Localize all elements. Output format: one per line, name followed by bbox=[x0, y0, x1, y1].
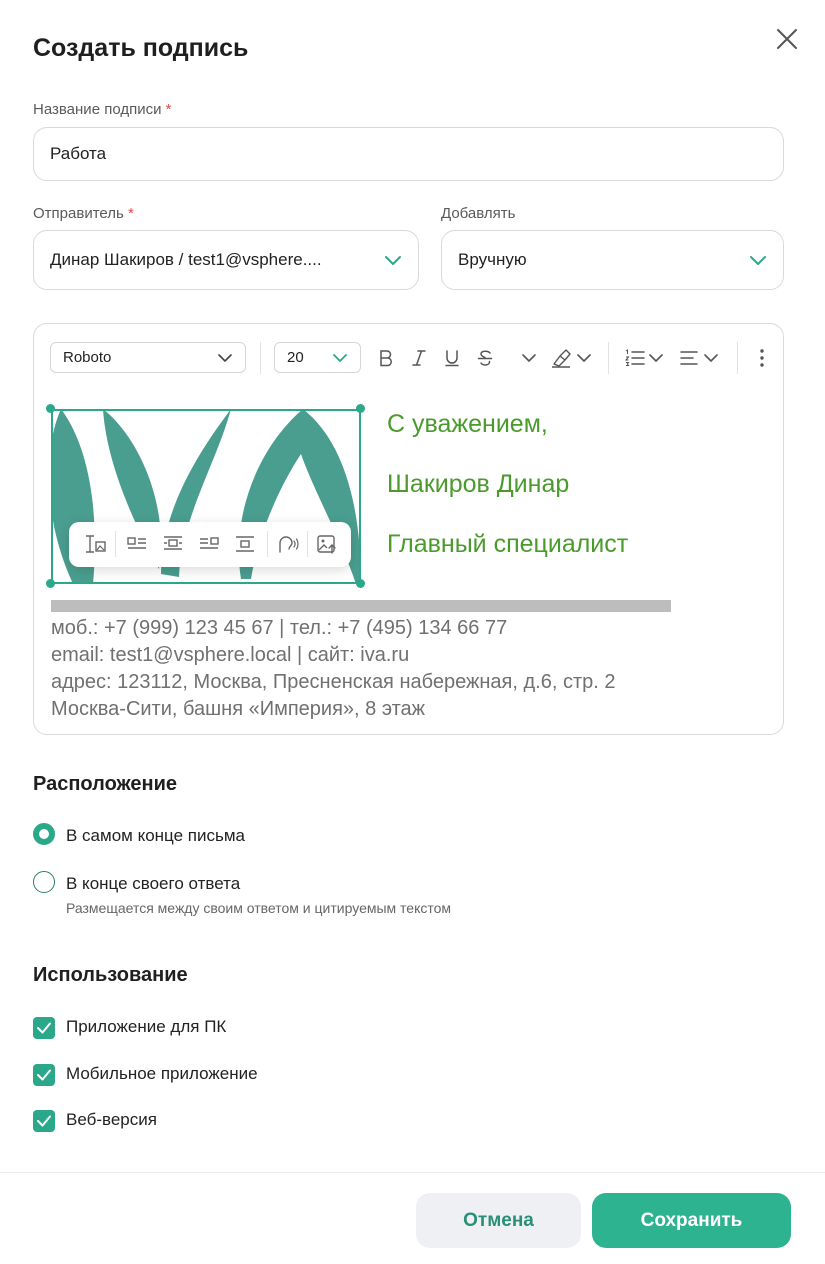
toolbar-divider bbox=[608, 342, 609, 374]
checkbox-desktop-app-label[interactable]: Приложение для ПК bbox=[66, 1017, 226, 1037]
toolbar-divider bbox=[307, 531, 308, 557]
font-size-select[interactable]: 20 bbox=[274, 342, 361, 373]
dialog-title: Создать подпись bbox=[33, 34, 249, 62]
checkmark-icon bbox=[37, 1069, 51, 1081]
radio-end-of-reply-label[interactable]: В конце своего ответа bbox=[66, 874, 240, 894]
contact-address: адрес: 123112, Москва, Пресненская набер… bbox=[51, 671, 616, 693]
checkbox-mobile-app-label[interactable]: Мобильное приложение bbox=[66, 1064, 258, 1084]
list-icon[interactable] bbox=[624, 346, 666, 370]
checkmark-icon bbox=[37, 1115, 51, 1127]
checkbox-mobile-app[interactable] bbox=[33, 1064, 55, 1086]
checkbox-web-version-label[interactable]: Веб-версия bbox=[66, 1110, 157, 1130]
radio-end-of-reply[interactable] bbox=[33, 871, 55, 893]
underline-icon[interactable] bbox=[442, 346, 462, 370]
resize-handle[interactable] bbox=[46, 404, 55, 413]
signature-position: Главный специалист bbox=[387, 530, 629, 558]
chevron-down-icon bbox=[333, 354, 347, 362]
replace-image-icon[interactable] bbox=[315, 532, 339, 556]
font-size-value: 20 bbox=[287, 349, 304, 366]
alt-text-icon[interactable] bbox=[275, 532, 299, 556]
sender-select[interactable]: Динар Шакиров / test1@vsphere.... bbox=[33, 230, 419, 290]
radio-end-of-reply-hint: Размещается между своим ответом и цитиру… bbox=[66, 900, 452, 916]
signature-name-input[interactable]: Работа bbox=[33, 127, 784, 181]
bold-icon[interactable] bbox=[376, 346, 396, 370]
close-icon[interactable] bbox=[772, 24, 802, 54]
resize-handle[interactable] bbox=[356, 579, 365, 588]
wrap-right-icon[interactable] bbox=[197, 532, 221, 556]
wrap-left-icon[interactable] bbox=[125, 532, 149, 556]
footer-divider bbox=[0, 1172, 825, 1173]
chevron-down-icon bbox=[385, 256, 401, 265]
toolbar-divider bbox=[115, 531, 116, 557]
save-button[interactable]: Сохранить bbox=[592, 1193, 791, 1248]
sender-label: Отправитель * bbox=[33, 205, 134, 222]
checkmark-icon bbox=[37, 1022, 51, 1034]
usage-title: Использование bbox=[33, 964, 188, 986]
signature-name: Шакиров Динар bbox=[387, 470, 570, 498]
placement-title: Расположение bbox=[33, 773, 178, 795]
align-icon[interactable] bbox=[679, 346, 721, 370]
resize-handle[interactable] bbox=[46, 579, 55, 588]
text-color-chevron-icon[interactable] bbox=[519, 346, 539, 370]
resize-handle[interactable] bbox=[356, 404, 365, 413]
break-text-icon[interactable] bbox=[233, 532, 257, 556]
signature-editor[interactable]: Roboto 20 С уважением, Шакиров Динар Гла… bbox=[33, 323, 784, 735]
highlight-icon[interactable] bbox=[550, 346, 594, 370]
create-signature-dialog: Создать подпись Название подписи * Работ… bbox=[0, 0, 825, 1264]
radio-end-of-message-label[interactable]: В самом конце письма bbox=[66, 826, 245, 846]
required-mark: * bbox=[165, 101, 172, 118]
signature-name-label: Название подписи * bbox=[33, 101, 172, 118]
checkbox-web-version[interactable] bbox=[33, 1110, 55, 1132]
more-icon[interactable] bbox=[752, 346, 772, 370]
toolbar-divider bbox=[737, 342, 738, 374]
add-mode-select[interactable]: Вручную bbox=[441, 230, 784, 290]
signature-divider bbox=[51, 600, 671, 612]
strikethrough-icon[interactable] bbox=[475, 346, 495, 370]
cancel-button[interactable]: Отмена bbox=[416, 1193, 581, 1248]
signature-name-value: Работа bbox=[50, 144, 107, 163]
font-family-select[interactable]: Roboto bbox=[50, 342, 246, 373]
toolbar-divider bbox=[260, 342, 261, 374]
contact-building: Москва-Сити, башня «Империя», 8 этаж bbox=[51, 698, 426, 720]
font-family-value: Roboto bbox=[63, 349, 112, 366]
image-toolbar bbox=[69, 522, 351, 567]
chevron-down-icon bbox=[218, 354, 232, 362]
wrap-center-icon[interactable] bbox=[161, 532, 185, 556]
signature-greeting: С уважением, bbox=[387, 410, 548, 438]
add-mode-label: Добавлять bbox=[441, 205, 516, 222]
contact-email: email: test1@vsphere.local | сайт: iva.r… bbox=[51, 644, 410, 666]
checkbox-desktop-app[interactable] bbox=[33, 1017, 55, 1039]
contact-phone: моб.: +7 (999) 123 45 67 | тел.: +7 (495… bbox=[51, 617, 508, 639]
image-inline-icon[interactable] bbox=[84, 532, 108, 556]
required-mark: * bbox=[127, 205, 134, 222]
italic-icon[interactable] bbox=[409, 346, 429, 370]
sender-value: Динар Шакиров / test1@vsphere.... bbox=[50, 250, 322, 269]
radio-end-of-message[interactable] bbox=[33, 823, 55, 845]
toolbar-divider bbox=[267, 531, 268, 557]
add-mode-value: Вручную bbox=[458, 250, 527, 269]
chevron-down-icon bbox=[750, 256, 766, 265]
